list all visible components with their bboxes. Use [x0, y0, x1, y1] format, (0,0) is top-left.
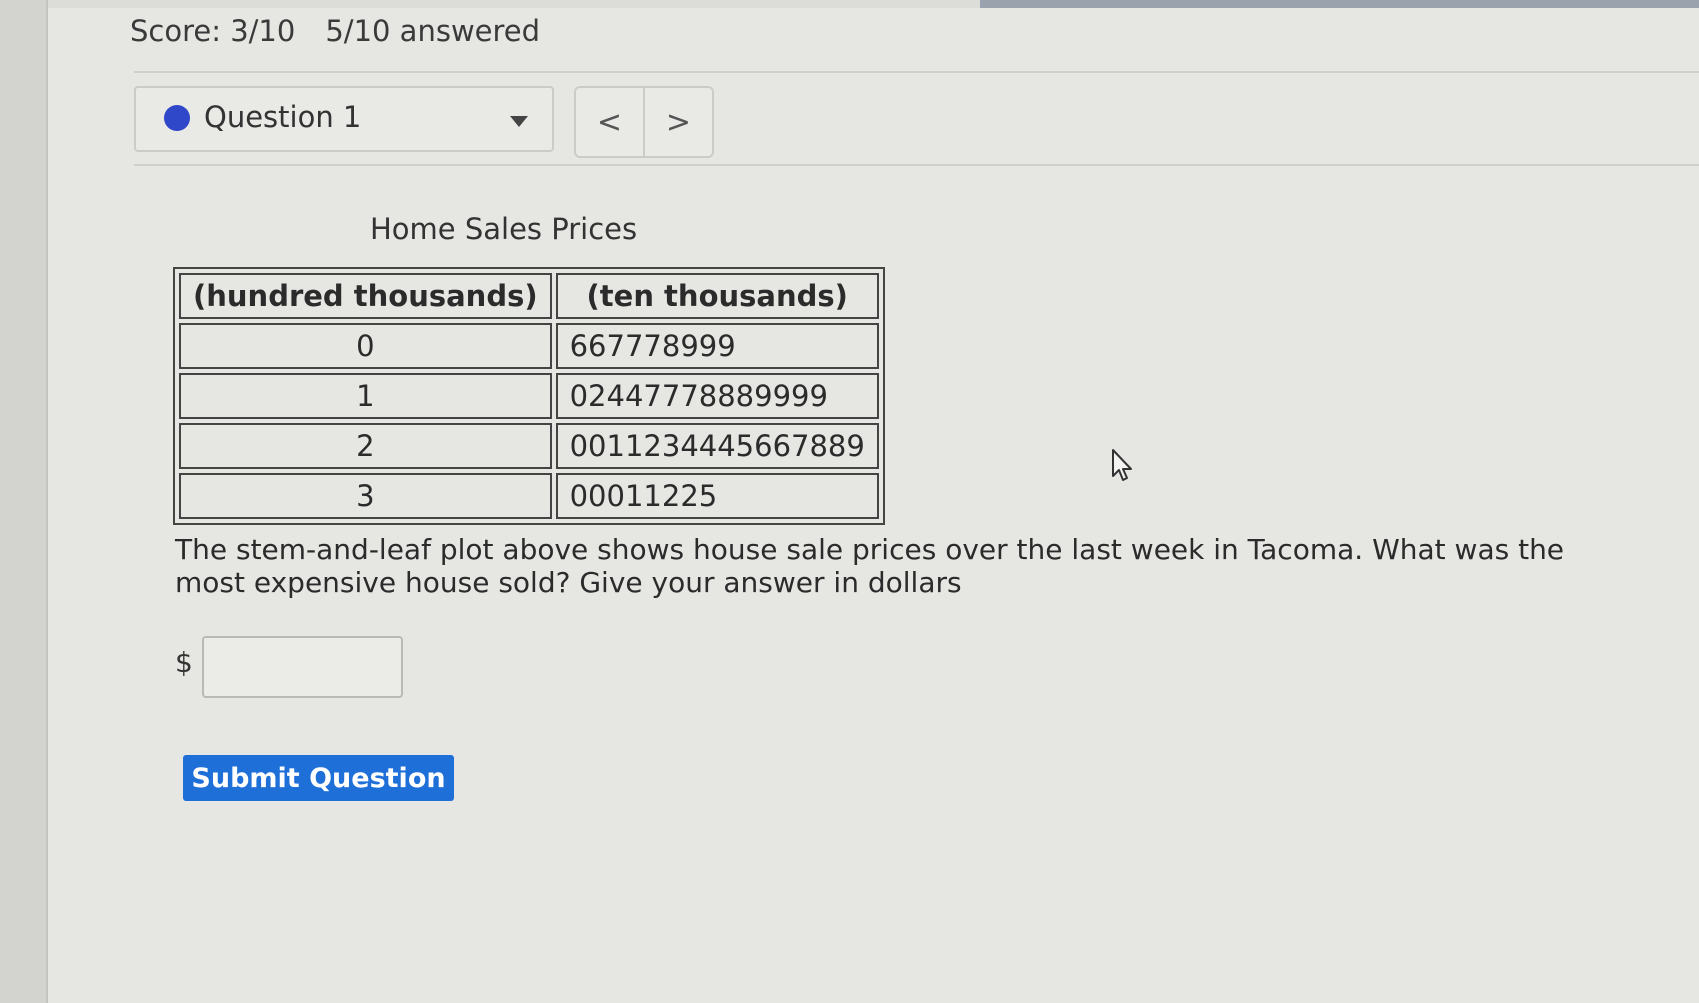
page-content: Score: 3/10 5/10 answered Question 1 < > … — [48, 8, 1699, 1003]
leaf-cell: 02447778889999 — [555, 373, 879, 419]
question-status-icon — [164, 105, 190, 131]
currency-symbol: $ — [175, 646, 193, 679]
previous-question-button[interactable]: < — [576, 88, 643, 156]
leaf-cell: 00011225 — [555, 473, 879, 519]
stem-and-leaf-table: (hundred thousands) (ten thousands) 0 66… — [173, 267, 885, 525]
score-text: Score: 3/10 — [130, 14, 296, 48]
submit-question-button[interactable]: Submit Question — [183, 755, 454, 801]
header-divider — [134, 71, 1699, 73]
chevron-left-icon: < — [596, 104, 623, 140]
left-edge-panel — [0, 0, 48, 1003]
top-edge-bar — [980, 0, 1699, 8]
answered-count: 5/10 answered — [325, 14, 541, 48]
leaf-cell: 0011234445667889 — [555, 423, 879, 469]
stem-cell: 2 — [179, 423, 552, 469]
next-question-button[interactable]: > — [643, 88, 712, 156]
question-selector-label: Question 1 — [204, 100, 362, 134]
chevron-right-icon: > — [665, 104, 692, 140]
stem-cell: 3 — [179, 473, 552, 519]
answer-input[interactable] — [202, 636, 403, 698]
leaf-column-header: (ten thousands) — [555, 273, 879, 319]
table-row: 2 0011234445667889 — [179, 423, 879, 469]
score-summary: Score: 3/10 5/10 answered — [130, 14, 540, 48]
toolbar-divider — [134, 164, 1699, 166]
question-navigation: < > — [574, 86, 714, 158]
table-row: 1 02447778889999 — [179, 373, 879, 419]
table-row: 3 00011225 — [179, 473, 879, 519]
table-row: 0 667778999 — [179, 323, 879, 369]
stem-cell: 1 — [179, 373, 552, 419]
table-header-row: (hundred thousands) (ten thousands) — [179, 273, 879, 319]
stem-cell: 0 — [179, 323, 552, 369]
chevron-down-icon — [510, 116, 528, 127]
leaf-cell: 667778999 — [555, 323, 879, 369]
stem-column-header: (hundred thousands) — [179, 273, 552, 319]
table-title: Home Sales Prices — [370, 212, 638, 246]
question-prompt: The stem-and-leaf plot above shows house… — [175, 533, 1565, 599]
question-selector[interactable]: Question 1 — [134, 86, 554, 152]
mouse-pointer-icon — [1112, 449, 1132, 481]
